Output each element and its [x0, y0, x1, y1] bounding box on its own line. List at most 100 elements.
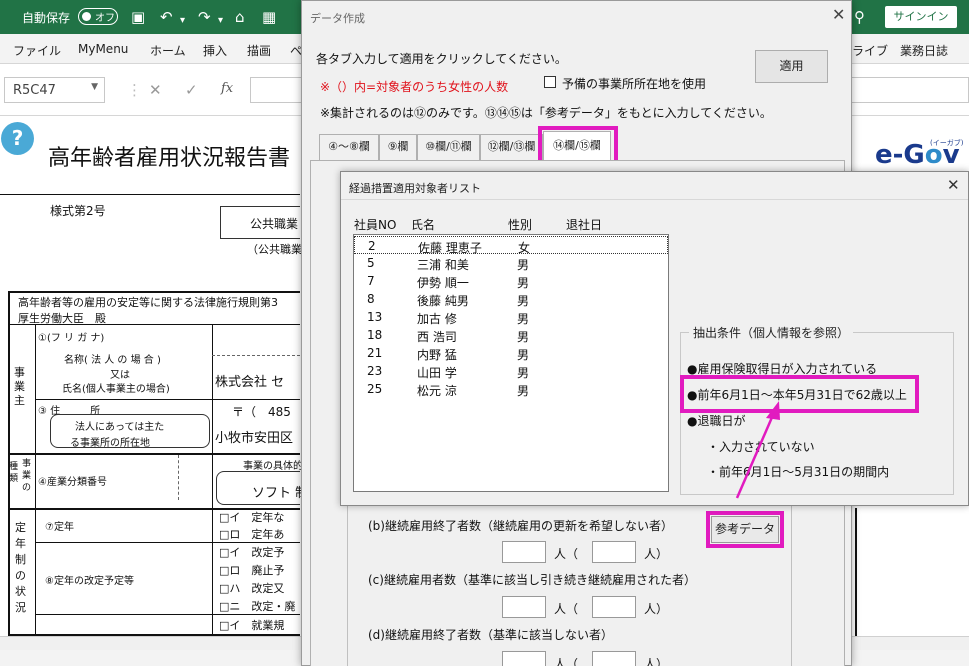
close-icon[interactable]: ✕ [832, 5, 845, 24]
egov-logo-sub: (イーガブ) [930, 139, 964, 147]
business-detail-label: 事業の具体的 [243, 461, 303, 472]
chevron-down-icon[interactable]: ▼ [91, 82, 98, 92]
document-title: 高年齢者雇用状況報告書 [48, 146, 291, 171]
apply-button[interactable]: 適用 [755, 50, 828, 83]
toggle-knob [82, 11, 91, 21]
unit-close: 人） [644, 602, 669, 616]
check-item: □ニ 改定・廃 [219, 600, 296, 613]
count-input[interactable] [502, 541, 546, 563]
condition-highlight [680, 375, 919, 413]
row-line [8, 453, 300, 455]
cancel-icon[interactable]: ✕ [149, 81, 162, 99]
name-label-1: 名称( 法 人 の 場 合 ) [64, 355, 161, 366]
row-line [35, 399, 300, 400]
name-label-3: 氏名(個人事業主の場合) [62, 384, 170, 395]
list-item[interactable]: 5 三浦 和美男 [354, 254, 668, 272]
column-header: 退社日 [566, 218, 603, 232]
menu-home[interactable]: ホーム [150, 42, 186, 59]
name-box-value: R5C47 [13, 83, 56, 98]
reference-button-highlight [706, 511, 784, 548]
save-icon[interactable]: ▣ [131, 9, 145, 25]
check-item: □ハ 改定又 [219, 582, 285, 595]
list-item[interactable]: 18 西 浩司男 [354, 326, 668, 344]
female-count-input[interactable] [592, 651, 636, 666]
tab-10-11[interactable]: ⑩欄/⑪欄 [417, 134, 480, 160]
confirm-icon[interactable]: ✓ [185, 81, 198, 99]
check-item: □イ 定年な [219, 511, 285, 524]
unit-open: 人（ [554, 547, 579, 561]
row-line [35, 614, 300, 615]
signin-button[interactable]: サインイン [885, 6, 957, 28]
open-folder-icon[interactable]: ⌂ [235, 9, 245, 25]
furigana-label: ①(フ リ ガ ナ) [38, 333, 105, 344]
row-line [35, 542, 300, 543]
employee-list[interactable]: 2 佐藤 理恵子女 5 三浦 和美男 7 伊勢 順一男 8 後藤 純男男 13 加古 修男… [353, 234, 669, 492]
autosave-label: 自動保存 [22, 11, 71, 25]
check-item: □ロ 廃止予 [219, 564, 285, 577]
count-input[interactable] [502, 596, 546, 618]
industry-label: ④産業分類番号 [38, 477, 107, 488]
teinen-change-label: ⑧定年の改定予定等 [45, 576, 134, 587]
name-label-2: 又は [110, 370, 130, 381]
company-name: 株式会社 セ [215, 375, 285, 390]
office-label: 公共職業 [250, 217, 299, 231]
row-line [8, 324, 300, 325]
column-header: 社員NO [354, 218, 397, 232]
female-note: ※（）内=対象者のうち女性の人数 [320, 80, 509, 94]
subdialog-title: 経過措置適用対象者リスト [349, 182, 481, 195]
count-input[interactable] [502, 651, 546, 666]
type-label: 種類 [9, 462, 19, 484]
teinen-label: ⑦定年 [45, 522, 74, 533]
menu-draw[interactable]: 描画 [247, 42, 271, 59]
name-box[interactable]: R5C47 ▼ [4, 77, 105, 103]
search-icon[interactable]: ⚲ [854, 9, 865, 25]
check-item: □イ 改定予 [219, 546, 285, 559]
list-item[interactable]: 25 松元 涼男 [354, 380, 668, 398]
business-side-label: 事業の [22, 459, 32, 493]
list-item[interactable]: 13 加古 修男 [354, 308, 668, 326]
table-icon[interactable]: ▦ [262, 9, 276, 25]
redo-dropdown-icon[interactable]: ▾ [218, 13, 223, 29]
check-item: □ロ 定年あ [219, 528, 285, 541]
title-underline [0, 194, 300, 195]
tab-4-8[interactable]: ④～⑧欄 [319, 134, 379, 160]
col-line [35, 324, 36, 636]
female-count-input[interactable] [592, 541, 636, 563]
col-line [212, 508, 213, 636]
list-item[interactable]: 21 内野 猛男 [354, 344, 668, 362]
menu-insert[interactable]: 挿入 [203, 42, 227, 59]
menu-file[interactable]: ファイル [13, 42, 61, 59]
dialog-title: データ作成 [310, 12, 365, 25]
instruction-text: 各タブ入力して適用をクリックしてください。 [316, 52, 567, 66]
form-number: 様式第2号 [50, 204, 106, 218]
list-item[interactable]: 23 山田 学男 [354, 362, 668, 380]
menu-work-log[interactable]: 業務日誌 [900, 42, 948, 59]
menu-mymenu[interactable]: MyMenu [78, 42, 128, 56]
side-label: 事業主 [14, 366, 25, 407]
tab-9[interactable]: ⑨欄 [379, 134, 417, 160]
office-sub: （公共職業 [247, 243, 302, 256]
help-icon[interactable]: ? [1, 122, 34, 155]
list-item[interactable]: 7 伊勢 順一男 [354, 272, 668, 290]
address-note-1: 法人にあっては主た [75, 422, 165, 433]
close-icon[interactable]: ✕ [947, 176, 960, 194]
law-text: 高年齢者等の雇用の安定等に関する法律施行規則第3 [18, 296, 278, 309]
list-item[interactable]: 8 後藤 純男男 [354, 290, 668, 308]
autosave-toggle[interactable]: オフ [78, 8, 118, 25]
undo-dropdown-icon[interactable]: ▾ [180, 13, 185, 29]
backup-address-checkbox[interactable] [544, 76, 556, 88]
undo-icon[interactable]: ↶ [160, 9, 173, 25]
insert-function-icon[interactable]: fx [221, 81, 233, 96]
list-item[interactable]: 2 佐藤 理恵子女 [354, 236, 668, 255]
unit-open: 人（ [554, 657, 579, 666]
menu-live[interactable]: ライブ [852, 42, 888, 59]
col-line [855, 508, 857, 636]
redo-icon[interactable]: ↷ [198, 9, 211, 25]
divider [341, 199, 968, 200]
target-list-dialog: 経過措置適用対象者リスト ✕ 社員NO 氏名 性別 退社日 2 佐藤 理恵子女 5… [340, 171, 969, 506]
aggregate-note: ※集計されるのは⑫のみです。⑬⑭⑮は「参考データ」をもとに入力してください。 [320, 106, 772, 120]
check-item: □イ 就業規 [219, 619, 285, 632]
field-label-b: (b)継続雇用終了者数（継続雇用の更新を希望しない者） [368, 519, 673, 533]
female-count-input[interactable] [592, 596, 636, 618]
tab-12-13[interactable]: ⑫欄/⑬欄 [480, 134, 543, 160]
